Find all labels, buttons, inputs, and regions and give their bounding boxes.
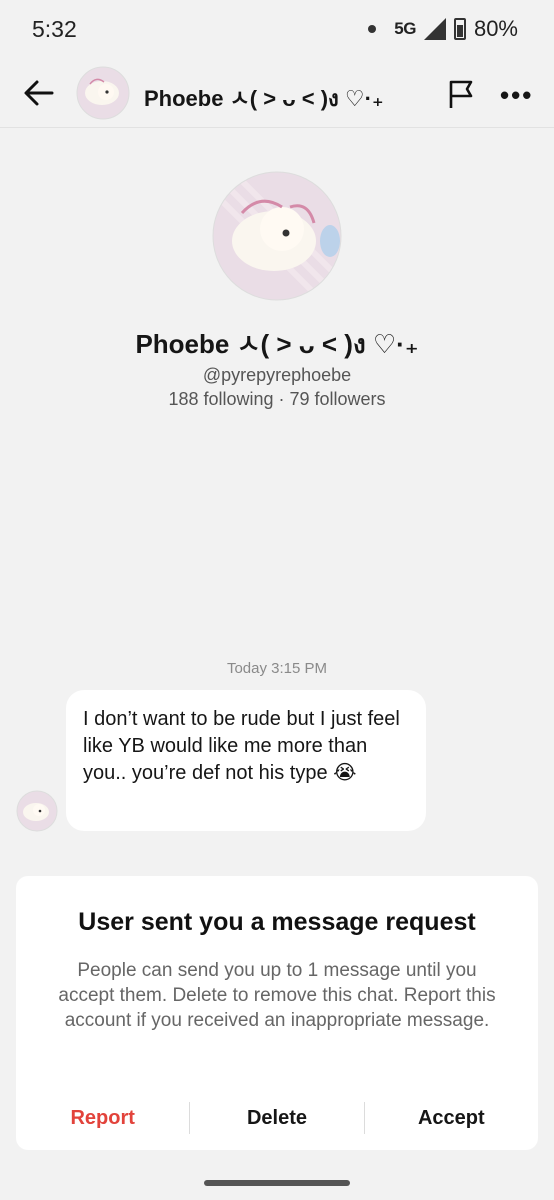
message-request-card: User sent you a message request People c…: [16, 876, 538, 1150]
avatar[interactable]: [76, 66, 130, 120]
profile-avatar[interactable]: [212, 171, 342, 301]
home-indicator[interactable]: [204, 1180, 350, 1186]
flag-icon[interactable]: [446, 78, 476, 110]
chat-header: Phoebe ㅅ( ˃ ᴗ ˂ )ง ♡·₊ •••: [0, 60, 554, 128]
request-actions: Report Delete Accept: [16, 1098, 538, 1138]
more-icon[interactable]: •••: [500, 80, 533, 111]
network-label: 5G: [394, 19, 416, 38]
request-description: People can send you up to 1 message unti…: [58, 960, 496, 1031]
message-timestamp: Today 3:15 PM: [226, 660, 328, 677]
battery-percent: 80%: [473, 16, 518, 41]
profile-handle: @pyrepyrephoebe: [202, 365, 352, 385]
accept-button[interactable]: Accept: [365, 1107, 538, 1130]
delete-button[interactable]: Delete: [190, 1107, 363, 1130]
back-arrow-icon[interactable]: [22, 76, 56, 110]
message-bubble[interactable]: I don’t want to be rude but I just feel …: [66, 690, 426, 831]
signal-icon: [423, 18, 446, 40]
status-bar: 5:32 5G 80%: [0, 0, 554, 58]
request-title: User sent you a message request: [78, 908, 476, 936]
status-icons: 5G 80%: [368, 16, 518, 42]
header-title[interactable]: Phoebe ㅅ( ˃ ᴗ ˂ )ง ♡·₊: [144, 81, 384, 116]
status-time: 5:32: [32, 15, 77, 42]
profile-stats: 188 following · 79 followers: [168, 389, 386, 409]
profile-name: Phoebe ㅅ( ˃ ᴗ ˂ )ง ♡·₊: [135, 329, 419, 359]
sender-avatar[interactable]: [16, 790, 58, 832]
notification-dot-icon: [368, 25, 377, 33]
battery-icon: [453, 18, 466, 40]
report-button[interactable]: Report: [16, 1107, 189, 1130]
